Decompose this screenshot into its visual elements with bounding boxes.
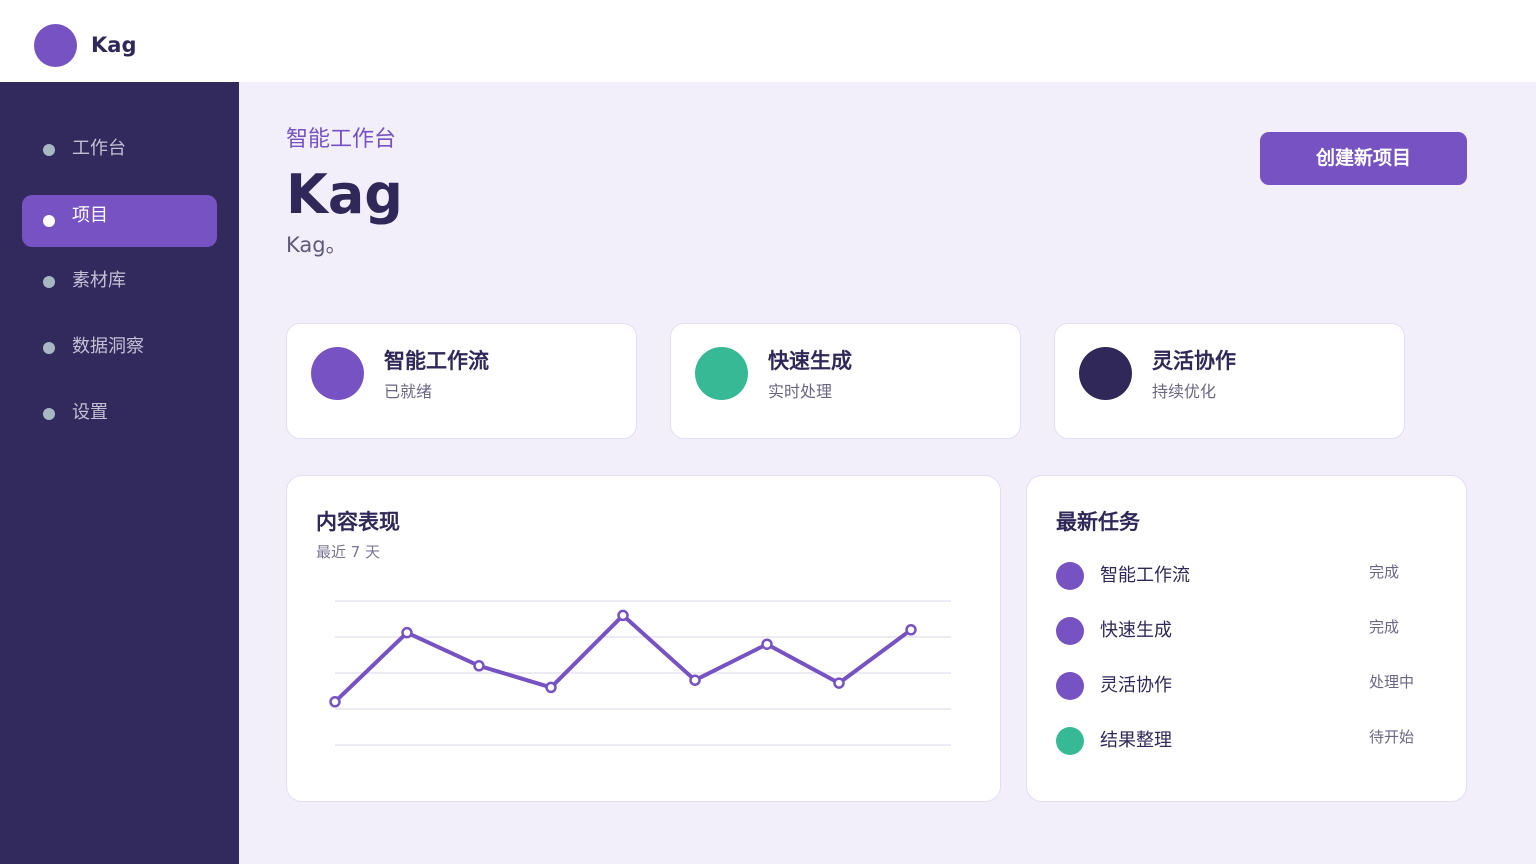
sidebar-item-label: 项目 bbox=[72, 205, 108, 226]
task-status-icon bbox=[1056, 727, 1084, 755]
data-point[interactable] bbox=[905, 624, 917, 636]
data-point[interactable] bbox=[545, 681, 557, 694]
sidebar-item-insights[interactable]: 数据洞察 bbox=[22, 322, 217, 374]
stat-card-collaboration[interactable]: 灵活协作 持续优化 bbox=[1054, 323, 1405, 439]
data-point[interactable] bbox=[833, 677, 845, 689]
stat-card-generation[interactable]: 快速生成 实时处理 bbox=[670, 323, 1021, 439]
task-status-icon bbox=[1056, 562, 1084, 590]
stat-subtitle: 持续优化 bbox=[1152, 382, 1217, 401]
brand-name: Kag bbox=[91, 33, 137, 57]
task-row[interactable]: 快速生成 完成 bbox=[1056, 610, 1436, 650]
task-status: 处理中 bbox=[1369, 673, 1415, 691]
data-point[interactable] bbox=[329, 696, 341, 708]
create-project-button[interactable]: 创建新项目 bbox=[1260, 132, 1467, 185]
tasks-panel: 最新任务 智能工作流 完成 快速生成 完成 灵活协作 处理中 结果整理 待开始 bbox=[1026, 475, 1467, 802]
top-bar: Kag bbox=[0, 0, 1536, 82]
data-point[interactable] bbox=[617, 609, 629, 622]
data-point[interactable] bbox=[401, 626, 413, 639]
sidebar-item-assets[interactable]: 素材库 bbox=[22, 256, 217, 308]
bullet-icon bbox=[43, 144, 55, 156]
sidebar-item-label: 工作台 bbox=[72, 138, 126, 159]
task-status: 完成 bbox=[1369, 563, 1400, 581]
data-point[interactable] bbox=[689, 674, 701, 686]
bullet-icon bbox=[43, 215, 55, 227]
task-row[interactable]: 灵活协作 处理中 bbox=[1056, 665, 1436, 705]
panel-title: 最新任务 bbox=[1056, 510, 1140, 534]
sidebar-item-projects[interactable]: 项目 bbox=[22, 195, 217, 247]
task-row[interactable]: 结果整理 待开始 bbox=[1056, 720, 1436, 760]
task-status: 完成 bbox=[1369, 618, 1400, 636]
task-status: 待开始 bbox=[1369, 728, 1415, 746]
sidebar-item-label: 素材库 bbox=[72, 270, 126, 291]
page-subtitle: Kag。 bbox=[286, 233, 347, 257]
task-name: 结果整理 bbox=[1100, 730, 1172, 751]
sidebar-item-label: 数据洞察 bbox=[72, 336, 144, 357]
generation-icon bbox=[695, 347, 748, 400]
stat-subtitle: 实时处理 bbox=[768, 382, 833, 401]
stat-card-workflow[interactable]: 智能工作流 已就绪 bbox=[286, 323, 637, 439]
bullet-icon bbox=[43, 342, 55, 354]
page-eyebrow: 智能工作台 bbox=[286, 127, 397, 152]
stat-title: 智能工作流 bbox=[384, 349, 489, 373]
sidebar: 工作台 项目 素材库 数据洞察 设置 bbox=[0, 82, 239, 864]
logo-icon bbox=[34, 24, 77, 67]
task-name: 快速生成 bbox=[1100, 620, 1172, 641]
task-status-icon bbox=[1056, 672, 1084, 700]
sidebar-item-settings[interactable]: 设置 bbox=[22, 388, 217, 440]
bullet-icon bbox=[43, 408, 55, 420]
stat-subtitle: 已就绪 bbox=[384, 382, 433, 401]
page-title: Kag bbox=[286, 163, 403, 226]
data-point[interactable] bbox=[761, 638, 773, 650]
sidebar-item-label: 设置 bbox=[72, 402, 108, 423]
collaboration-icon bbox=[1079, 347, 1132, 400]
workflow-icon bbox=[311, 347, 364, 400]
stat-title: 快速生成 bbox=[768, 349, 852, 373]
task-name: 智能工作流 bbox=[1100, 565, 1190, 586]
series-line bbox=[333, 613, 913, 704]
sidebar-item-workbench[interactable]: 工作台 bbox=[22, 124, 217, 176]
task-name: 灵活协作 bbox=[1100, 675, 1172, 696]
performance-chart bbox=[329, 600, 951, 746]
performance-panel: 内容表现 最近 7 天 bbox=[286, 475, 1001, 802]
data-point[interactable] bbox=[473, 660, 485, 672]
stat-title: 灵活协作 bbox=[1152, 349, 1236, 373]
task-row[interactable]: 智能工作流 完成 bbox=[1056, 555, 1436, 595]
bullet-icon bbox=[43, 276, 55, 288]
task-status-icon bbox=[1056, 617, 1084, 645]
